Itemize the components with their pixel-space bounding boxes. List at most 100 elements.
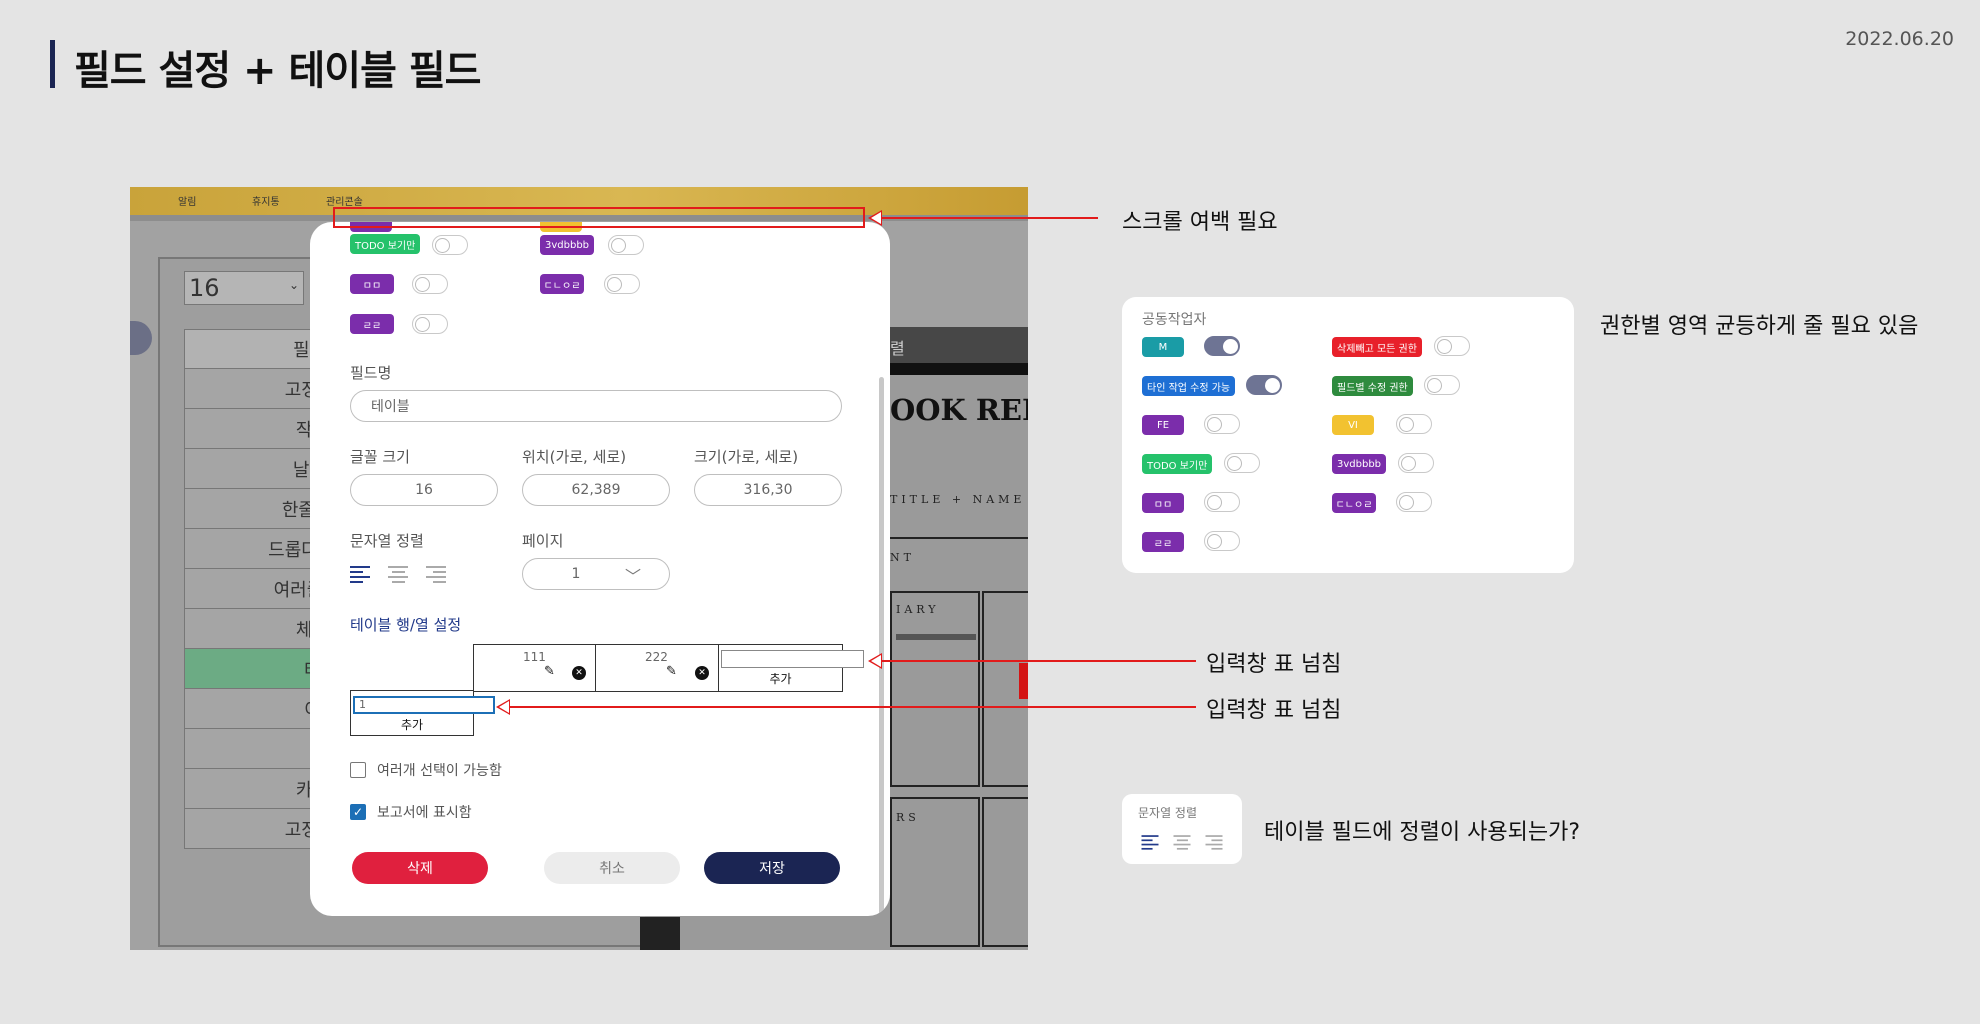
column-name: 222 xyxy=(645,650,668,664)
document-line: RS xyxy=(896,811,920,824)
title-accent-bar xyxy=(50,40,55,88)
menu-item-trash[interactable]: 휴지통 xyxy=(252,193,280,208)
align-left-icon[interactable] xyxy=(350,566,370,583)
permission-tag: 타인 작업 수정 가능 xyxy=(1142,376,1236,396)
column-add-button[interactable]: 추가 xyxy=(718,670,843,687)
table-settings-label: 테이블 행/열 설정 xyxy=(350,616,462,634)
font-size-select[interactable]: 16 ⌄ xyxy=(184,271,304,305)
align-center-icon[interactable] xyxy=(1173,835,1191,850)
permission-toggle[interactable] xyxy=(1246,375,1282,395)
align-right-icon[interactable] xyxy=(1205,835,1223,850)
permission-toggle[interactable] xyxy=(1204,492,1240,512)
annotation-align-question: 테이블 필드에 정렬이 사용되는가? xyxy=(1264,820,1581,845)
annotation-input-overflow: 입력창 표 넘침 xyxy=(1206,698,1342,723)
permission-tag: 3vdbbbb xyxy=(540,235,595,255)
permission-tag: ㅁㅁ xyxy=(350,274,394,294)
permission-tag: TODO 보기만 xyxy=(350,234,421,254)
chevron-down-icon: ⌄ xyxy=(288,278,299,292)
document-footer-block xyxy=(640,917,680,950)
font-size-select-value: 16 xyxy=(189,274,220,302)
align-card: 문자열 정렬 xyxy=(1122,794,1242,864)
permission-toggle[interactable] xyxy=(412,314,448,334)
annotation-line xyxy=(504,706,1196,708)
permission-toggle[interactable] xyxy=(604,274,640,294)
annotation-input-overflow: 입력창 표 넘침 xyxy=(1206,652,1342,677)
permission-tag: 삭제빼고 모든 권한 xyxy=(1332,337,1422,357)
size-input[interactable]: 316,30 xyxy=(694,474,842,506)
arrow-left-icon xyxy=(496,699,510,715)
permission-tag: ㅁㅁ xyxy=(1142,493,1184,513)
document-line: NT xyxy=(890,551,915,564)
document-rule xyxy=(890,537,1028,539)
permission-toggle[interactable] xyxy=(1434,336,1470,356)
show-in-report-checkbox[interactable]: ✓ xyxy=(350,804,366,820)
document-title: OOK REPO xyxy=(890,393,1028,427)
pencil-icon[interactable]: ✎ xyxy=(666,664,677,679)
position-label: 위치(가로, 세로) xyxy=(522,448,627,466)
annotation-permission-area: 권한별 영역 균등하게 줄 필요 있음 xyxy=(1600,314,1919,339)
document-box xyxy=(982,797,1028,947)
row-add-button[interactable]: 추가 xyxy=(350,716,474,733)
annotation-scroll-margin: 스크롤 여백 필요 xyxy=(1122,210,1278,235)
column-add-input[interactable] xyxy=(721,650,864,668)
font-size-input[interactable]: 16 xyxy=(350,474,498,506)
permission-tag: ㄷㄴㅇㄹ xyxy=(1332,493,1376,513)
delete-button[interactable]: 삭제 xyxy=(352,852,488,884)
chevron-down-icon: ﹀ xyxy=(624,567,641,586)
modal-scrollbar[interactable] xyxy=(879,377,884,916)
size-label: 크기(가로, 세로) xyxy=(694,448,799,466)
position-input[interactable]: 62,389 xyxy=(522,474,670,506)
permission-tag: ㄹㄹ xyxy=(1142,532,1184,552)
permission-toggle[interactable] xyxy=(1396,492,1432,512)
page-date: 2022.06.20 xyxy=(1845,28,1954,50)
annotation-line xyxy=(880,217,1098,219)
permission-toggle[interactable] xyxy=(1204,414,1240,434)
align-right-icon[interactable] xyxy=(426,566,446,583)
cancel-button[interactable]: 취소 xyxy=(544,852,680,884)
page-select[interactable]: 1 ﹀ xyxy=(522,558,670,590)
permission-toggle[interactable] xyxy=(1424,375,1460,395)
document-box xyxy=(890,591,980,787)
multi-select-checkbox[interactable] xyxy=(350,762,366,778)
permission-tag: ㄷㄴㅇㄹ xyxy=(540,274,584,294)
permission-toggle[interactable] xyxy=(412,274,448,294)
font-size-label: 글꼴 크기 xyxy=(350,448,410,466)
document-table-bar xyxy=(896,634,976,640)
scroll-margin-highlight xyxy=(333,207,865,228)
page-label: 페이지 xyxy=(522,532,564,550)
align-card-title: 문자열 정렬 xyxy=(1138,806,1198,820)
document-red-mark xyxy=(1019,663,1028,699)
permission-toggle[interactable] xyxy=(1396,414,1432,434)
permission-toggle[interactable] xyxy=(1398,453,1434,473)
permission-tag: 필드별 수정 권한 xyxy=(1332,376,1413,396)
menu-item-admin[interactable]: 관리콘솔 xyxy=(326,193,363,208)
text-align-label: 문자열 정렬 xyxy=(350,532,424,550)
remove-circle-icon[interactable]: ✕ xyxy=(572,666,586,680)
annotation-line xyxy=(880,660,1196,662)
permission-tag: TODO 보기만 xyxy=(1142,454,1213,474)
permission-toggle[interactable] xyxy=(608,235,644,255)
permission-toggle[interactable] xyxy=(1204,531,1240,551)
document-header-text: 렬 xyxy=(890,339,905,358)
column-divider xyxy=(595,644,596,692)
permission-tag: 3vdbbbb xyxy=(1332,454,1387,474)
permission-tag: ㄹㄹ xyxy=(350,314,394,334)
row-add-input[interactable]: 1 xyxy=(353,696,495,714)
permission-toggle[interactable] xyxy=(1224,453,1260,473)
field-name-input[interactable]: 테이블 xyxy=(350,390,842,422)
save-button[interactable]: 저장 xyxy=(704,852,840,884)
permission-toggle[interactable] xyxy=(432,235,468,255)
align-left-icon[interactable] xyxy=(1141,835,1159,850)
menu-item-alarm[interactable]: 알림 xyxy=(178,193,196,208)
multi-select-label: 여러개 선택이 가능함 xyxy=(377,763,502,779)
document-line: TITLE + NAME O xyxy=(890,493,1028,506)
coworker-permission-card: 공동작업자 M 삭제빼고 모든 권한 타인 작업 수정 가능 필드별 수정 권한… xyxy=(1122,297,1574,573)
pencil-icon[interactable]: ✎ xyxy=(544,664,555,679)
permission-tag: VI xyxy=(1332,415,1374,435)
coworker-title: 공동작업자 xyxy=(1142,312,1207,328)
align-center-icon[interactable] xyxy=(388,566,408,583)
remove-circle-icon[interactable]: ✕ xyxy=(695,666,709,680)
panel-toggle-handle[interactable] xyxy=(130,321,152,355)
show-in-report-label: 보고서에 표시함 xyxy=(377,805,472,821)
permission-toggle[interactable] xyxy=(1204,336,1240,356)
